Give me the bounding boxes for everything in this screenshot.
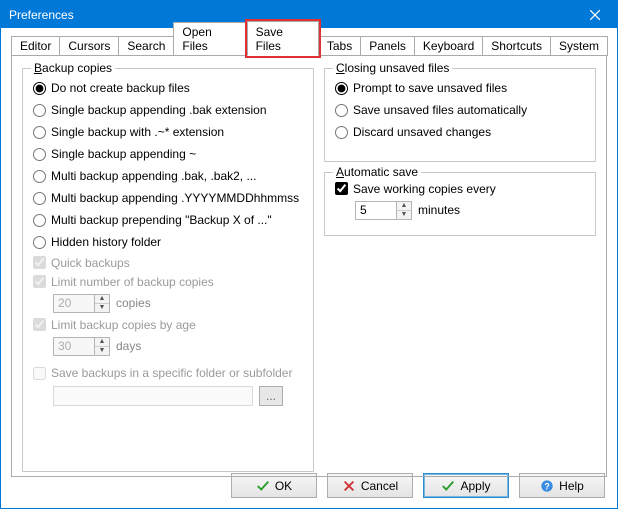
preferences-window: Preferences Editor Cursors Search Open F… <box>0 0 618 509</box>
svg-text:?: ? <box>544 481 549 491</box>
tab-save-files[interactable]: Save Files <box>247 21 319 56</box>
help-icon: ? <box>540 479 554 493</box>
radio-hidden-history[interactable]: Hidden history folder <box>23 231 313 253</box>
group-backup-legend: Backup copies <box>31 61 115 75</box>
tab-open-files[interactable]: Open Files <box>173 22 247 56</box>
limit-age-suffix: days <box>116 339 141 353</box>
tab-cursors[interactable]: Cursors <box>59 36 119 56</box>
check-icon <box>441 479 455 493</box>
check-quick-backups: Quick backups <box>23 253 313 272</box>
autosave-suffix: minutes <box>418 203 460 217</box>
client-area: Editor Cursors Search Open Files Save Fi… <box>1 28 617 508</box>
check-limit-age: Limit backup copies by age <box>23 315 313 334</box>
group-backup-copies: Backup copies Do not create backup files… <box>22 68 314 472</box>
radio-single-tilde-star[interactable]: Single backup with .~* extension <box>23 121 313 143</box>
close-button[interactable] <box>572 1 617 28</box>
radio-single-tilde[interactable]: Single backup appending ~ <box>23 143 313 165</box>
limit-age-spinner: ▲▼ <box>53 337 110 356</box>
folder-row: ... <box>23 384 313 408</box>
autosave-spinner[interactable]: ▲▼ <box>355 201 412 220</box>
radio-prepend[interactable]: Multi backup prepending "Backup X of ...… <box>23 209 313 231</box>
autosave-row: ▲▼ minutes <box>325 198 595 222</box>
limit-number-spinner: ▲▼ <box>53 294 110 313</box>
tab-shortcuts[interactable]: Shortcuts <box>482 36 551 56</box>
tab-search[interactable]: Search <box>118 36 174 56</box>
check-limit-number: Limit number of backup copies <box>23 272 313 291</box>
window-title: Preferences <box>9 8 572 22</box>
group-autosave-legend: Automatic save <box>333 165 421 179</box>
tab-editor[interactable]: Editor <box>11 36 60 56</box>
spinner-buttons: ▲▼ <box>94 338 109 355</box>
group-closing-legend: Closing unsaved files <box>333 61 452 75</box>
folder-path-input <box>53 386 253 406</box>
check-icon <box>256 479 270 493</box>
limit-number-row: ▲▼ copies <box>23 291 313 315</box>
radio-discard[interactable]: Discard unsaved changes <box>325 121 595 143</box>
radio-multi-date[interactable]: Multi backup appending .YYYYMMDDhhmmss <box>23 187 313 209</box>
tab-tabs[interactable]: Tabs <box>318 36 361 56</box>
check-working-copies[interactable]: Save working copies every <box>325 179 595 198</box>
group-automatic-save: Automatic save Save working copies every… <box>324 172 596 236</box>
autosave-input[interactable] <box>356 202 396 219</box>
spin-down-icon[interactable]: ▼ <box>397 211 411 219</box>
radio-no-backup[interactable]: Do not create backup files <box>23 77 313 99</box>
browse-button[interactable]: ... <box>259 386 283 406</box>
x-icon <box>342 479 356 493</box>
spin-up-icon[interactable]: ▲ <box>397 202 411 211</box>
spinner-buttons[interactable]: ▲▼ <box>396 202 411 219</box>
check-specific-folder: Save backups in a specific folder or sub… <box>23 362 313 384</box>
group-closing-unsaved: Closing unsaved files Prompt to save uns… <box>324 68 596 162</box>
tab-system[interactable]: System <box>550 36 608 56</box>
tab-panel-save-files: Backup copies Do not create backup files… <box>11 55 607 477</box>
limit-age-row: ▲▼ days <box>23 334 313 358</box>
close-icon <box>590 10 600 20</box>
radio-auto-save[interactable]: Save unsaved files automatically <box>325 99 595 121</box>
tab-panels[interactable]: Panels <box>360 36 415 56</box>
limit-number-suffix: copies <box>116 296 151 310</box>
spinner-buttons: ▲▼ <box>94 295 109 312</box>
tab-keyboard[interactable]: Keyboard <box>414 36 483 56</box>
tabstrip: Editor Cursors Search Open Files Save Fi… <box>11 34 607 56</box>
radio-single-bak[interactable]: Single backup appending .bak extension <box>23 99 313 121</box>
radio-multi-bak[interactable]: Multi backup appending .bak, .bak2, ... <box>23 165 313 187</box>
radio-prompt-save[interactable]: Prompt to save unsaved files <box>325 77 595 99</box>
